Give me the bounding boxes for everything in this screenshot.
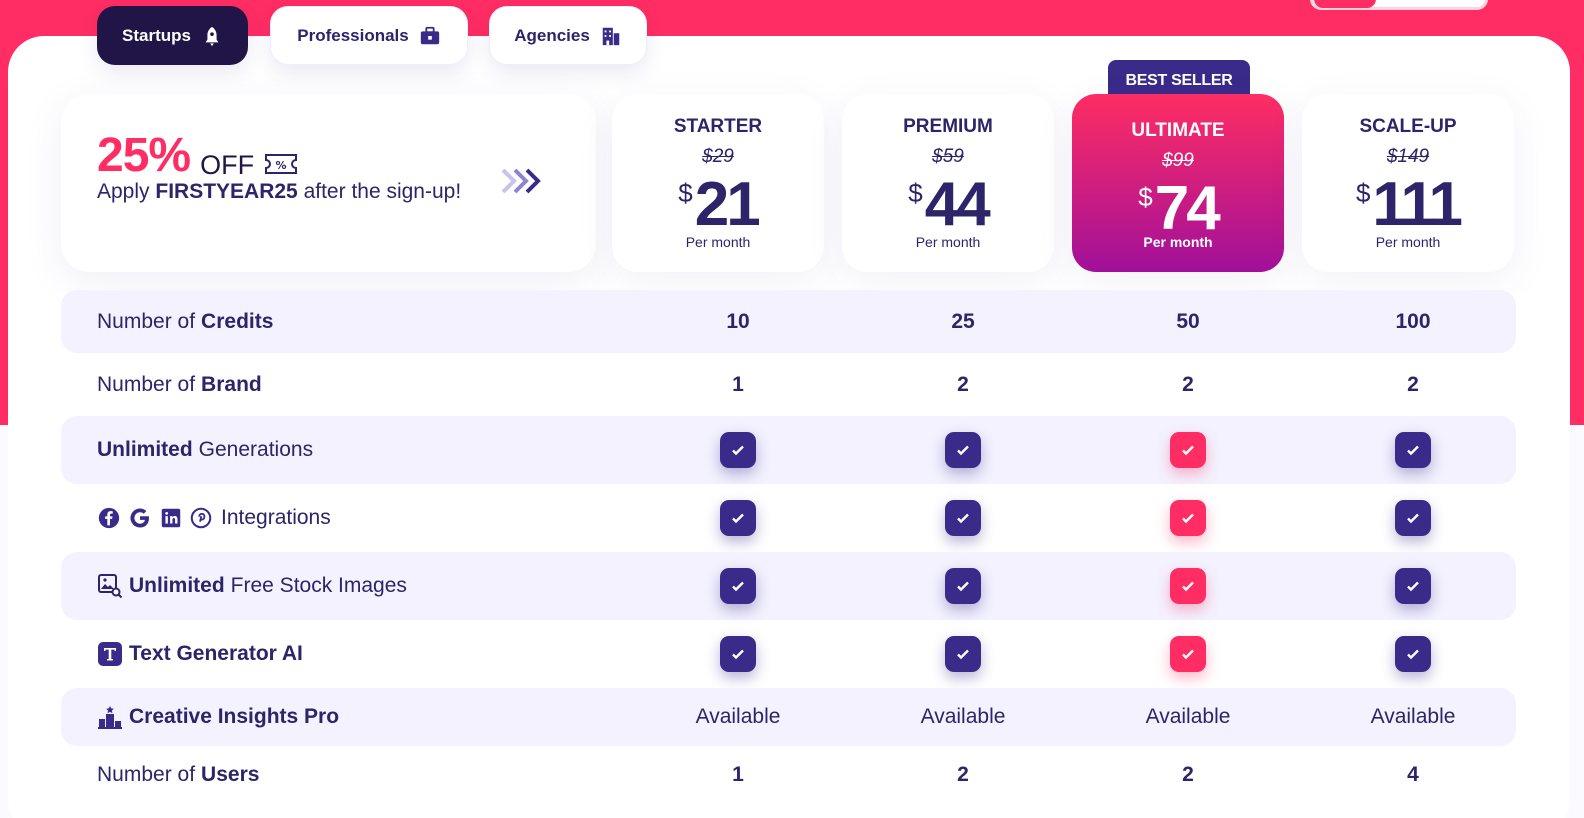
cell-value: 2 [957, 763, 969, 786]
tab-agencies-label: Agencies [514, 25, 590, 45]
cell-value: 10 [726, 309, 750, 333]
check-icon [1395, 636, 1431, 672]
google-icon [130, 508, 149, 528]
promo-code: FIRSTYEAR25 [155, 180, 298, 203]
row-stock-images: Unlimited Free Stock Images [61, 552, 1516, 620]
plan-price: $111 [1355, 170, 1463, 239]
check-icon [1395, 500, 1431, 536]
promo-apply: Apply FIRSTYEAR25 after the sign-up! [97, 180, 462, 203]
plan-old-price: $149 [1386, 146, 1430, 167]
pinterest-icon [190, 507, 212, 529]
check-icon [1170, 636, 1206, 672]
building-icon [602, 27, 620, 45]
check-icon [720, 432, 756, 468]
plan-period: Per month [1375, 234, 1441, 250]
check-icon [1170, 568, 1206, 604]
promo-percent: 25% [97, 129, 191, 182]
check-icon [720, 500, 756, 536]
cell-value: 25 [951, 309, 975, 333]
plan-price: $44 [908, 170, 990, 239]
row-text-generator: Text Generator AI [61, 620, 1516, 688]
row-brand: Number of Brand 1 2 2 2 [61, 353, 1516, 416]
plan-old-price: $59 [932, 146, 964, 167]
cell-value: 1 [732, 763, 744, 786]
cell-value: 50 [1176, 309, 1200, 333]
check-icon [945, 636, 981, 672]
plan-name: ULTIMATE [1131, 120, 1225, 141]
cell-value: 2 [957, 372, 969, 396]
cell-value: 4 [1407, 763, 1419, 786]
row-label: Text Generator AI [97, 641, 303, 667]
tab-professionals[interactable]: Professionals [270, 6, 468, 65]
plan-card-scale-up[interactable]: SCALE-UP $149 $111 Per month [1302, 94, 1514, 272]
cell-value: Available [920, 705, 1006, 728]
row-generations: Unlimited Generations [61, 416, 1516, 484]
plan-old-price: $29 [702, 146, 734, 167]
plan-price: $21 [678, 170, 760, 239]
text-generator-icon [98, 642, 122, 666]
row-label: Number of Users [97, 763, 260, 786]
row-creative-insights: Creative Insights Pro Available Availabl… [61, 688, 1516, 746]
toggle-knob[interactable] [1314, 0, 1376, 8]
cell-value: Available [1370, 705, 1456, 728]
cell-value: 1 [732, 372, 744, 396]
coupon-icon: % [265, 154, 298, 174]
cell-value: 2 [1182, 763, 1194, 786]
check-icon [720, 636, 756, 672]
image-search-icon [98, 574, 123, 599]
briefcase-icon [420, 26, 439, 44]
rocket-icon [205, 26, 219, 46]
promo-box: 25% OFF % Apply FIRSTYEAR25 after the si… [61, 94, 596, 272]
row-label: Unlimited Free Stock Images [97, 573, 407, 599]
tab-startups[interactable]: Startups [97, 6, 248, 65]
plan-name: SCALE-UP [1359, 116, 1457, 137]
plan-period: Per month [1143, 234, 1213, 250]
row-credits: Number of Credits 10 25 50 100 [61, 290, 1516, 353]
svg-text:%: % [276, 159, 287, 172]
plan-period: Per month [915, 234, 981, 250]
check-icon [945, 432, 981, 468]
check-icon [945, 568, 981, 604]
plan-name: PREMIUM [903, 116, 993, 137]
row-label: Integrations [97, 505, 331, 531]
row-label: Unlimited Generations [97, 438, 314, 461]
arrow-right-icon [501, 168, 541, 194]
promo-off: OFF [200, 150, 255, 180]
row-label: Creative Insights Pro [97, 704, 339, 730]
row-users: Number of Users 1 2 2 4 [61, 746, 1516, 804]
check-icon [1170, 432, 1206, 468]
row-label: Number of Brand [97, 372, 262, 396]
plan-name: STARTER [673, 116, 763, 137]
check-icon [1395, 568, 1431, 604]
tab-startups-label: Startups [122, 25, 191, 45]
cell-value: Available [695, 705, 781, 728]
facebook-icon [98, 507, 120, 529]
plan-card-ultimate[interactable]: ULTIMATE $99 $74 Per month [1072, 94, 1284, 272]
linkedin-icon [161, 508, 181, 528]
cell-value: Available [1145, 705, 1231, 728]
tab-professionals-label: Professionals [297, 25, 409, 45]
check-icon [945, 500, 981, 536]
check-icon [720, 568, 756, 604]
row-integrations: Integrations [61, 484, 1516, 552]
plan-old-price: $99 [1162, 150, 1194, 171]
plan-period: Per month [685, 234, 751, 250]
check-icon [1170, 500, 1206, 536]
podium-icon [98, 706, 122, 729]
tab-agencies[interactable]: Agencies [489, 6, 647, 65]
cell-value: 100 [1395, 309, 1431, 333]
plan-card-starter[interactable]: STARTER $29 $21 Per month [612, 94, 824, 272]
row-label: Number of Credits [97, 309, 274, 333]
check-icon [1395, 432, 1431, 468]
cell-value: 2 [1407, 372, 1419, 396]
plan-card-premium[interactable]: PREMIUM $59 $44 Per month [842, 94, 1054, 272]
cell-value: 2 [1182, 372, 1194, 396]
